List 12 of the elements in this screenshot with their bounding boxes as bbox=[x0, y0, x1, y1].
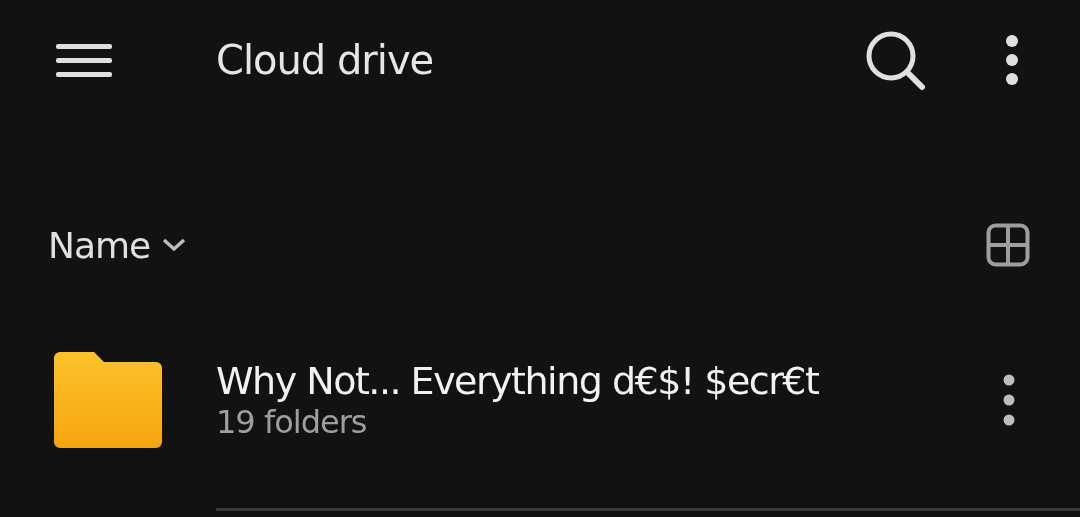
folder-row[interactable]: Why Not... Everything d€$! $ecr€t 19 folders bbox=[0, 330, 1080, 470]
app-title: Cloud drive bbox=[216, 37, 435, 83]
more-icon[interactable] bbox=[1002, 374, 1016, 426]
caret-icon bbox=[162, 238, 187, 252]
folder-count: 19 folders bbox=[216, 403, 368, 441]
grid-view-icon[interactable] bbox=[986, 223, 1030, 267]
search-icon[interactable] bbox=[864, 29, 926, 91]
folder-name: Why Not... Everything d€$! $ecr€t bbox=[216, 359, 820, 403]
menu-icon[interactable] bbox=[56, 42, 112, 78]
sort-button[interactable]: Name bbox=[48, 224, 187, 266]
more-icon[interactable] bbox=[1004, 34, 1020, 86]
folder-icon bbox=[54, 352, 162, 448]
